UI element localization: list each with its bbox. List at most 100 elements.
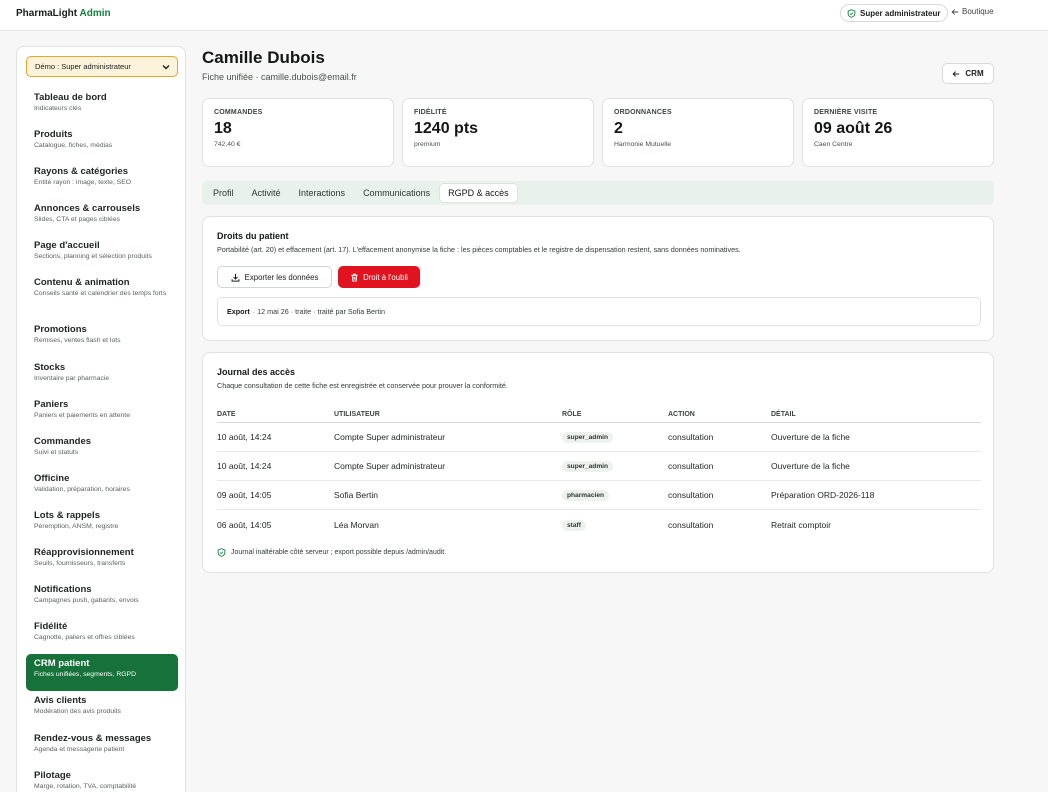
sidebar-item-subtitle: Indicateurs clés	[34, 105, 82, 112]
page-title: Camille Dubois	[202, 48, 325, 67]
sidebar-item-8[interactable]: Paniers Paniers et paiements en attente	[26, 395, 178, 432]
sidebar-item-subtitle: Agenda et messagerie patient	[34, 745, 125, 753]
sidebar-item-13[interactable]: Notifications Campagnes push, gabarits, e…	[26, 580, 178, 617]
cell-user: Compte Super administrateur	[334, 432, 446, 442]
stat-label: FIDÉLITÉ	[414, 109, 447, 116]
sidebar-item-subtitle: Remises, ventes flash et lots	[34, 337, 121, 345]
sidebar-item-subtitle: Marge, rotation, TVA, comptabilité	[34, 782, 137, 790]
right-to-be-forgotten-button[interactable]: Droit à l'oubli	[338, 266, 420, 288]
role-badge: super_admin	[562, 461, 614, 472]
brand-logo[interactable]: PharmaLight Admin	[16, 8, 111, 19]
sidebar-item-subtitle: Slides, CTA et pages ciblées	[34, 216, 121, 224]
stat-card-last-visit: DERNIÈRE VISITE 09 août 26 Caen Centre	[802, 98, 994, 167]
sidebar-item-subtitle: Cagnotte, paliers et offres ciblées	[34, 634, 135, 642]
sidebar-item-2[interactable]: Rayons & catégories Entité rayon : image,…	[26, 162, 178, 199]
cell-detail: Ouverture de la fiche	[771, 432, 850, 442]
sidebar-item-subtitle: Paniers et paiements en attente	[34, 411, 130, 419]
forget-button-label: Droit à l'oubli	[363, 272, 408, 282]
sidebar-item-title: Page d'accueil	[34, 240, 100, 252]
cell-user: Sofia Bertin	[334, 490, 378, 500]
stat-sub: 742,40 €	[214, 141, 241, 148]
tab-gdpr-access[interactable]: RGPD & accès	[440, 184, 517, 202]
chevron-down-icon	[161, 62, 171, 72]
cell-detail: Ouverture de la fiche	[771, 461, 850, 471]
patient-tabs: Profil Activité Interactions Communicati…	[202, 181, 994, 205]
sidebar-item-11[interactable]: Lots & rappels Péremption, ANSM, registre	[26, 506, 178, 543]
sidebar-item-15[interactable]: CRM patient Fiches unifiées, segments, RG…	[26, 654, 178, 692]
sidebar-nav: Tableau de bord Indicateurs clés Produits C…	[26, 88, 178, 792]
brand-name: PharmaLight	[16, 8, 78, 19]
sidebar-item-subtitle: Seuils, fournisseurs, transferts	[34, 560, 126, 568]
sidebar-item-subtitle: Suivi et statuts	[34, 448, 79, 456]
sidebar-item-1[interactable]: Produits Catalogue, fiches, médias	[26, 125, 178, 162]
sidebar-item-16[interactable]: Avis clients Modération des avis produits	[26, 691, 178, 728]
sidebar-item-subtitle: Fiches unifiées, segments, RGPD	[34, 671, 136, 679]
column-header-role: RÔLE	[562, 411, 582, 418]
sidebar-item-6[interactable]: Promotions Remises, ventes flash et lots	[26, 320, 178, 357]
sidebar-item-title: Réapprovisionnement	[34, 547, 134, 559]
table-row: 10 août, 14:24 Compte Super administrate…	[217, 452, 981, 481]
sidebar-item-title: Tableau de bord	[34, 92, 107, 103]
sidebar-item-subtitle: Sections, planning et sélection produits	[34, 253, 152, 261]
arrow-left-icon	[952, 70, 960, 78]
sidebar-item-10[interactable]: Officine Validation, préparation, horaire…	[26, 469, 178, 506]
sidebar-item-3[interactable]: Annonces & carrousels Slides, CTA et page…	[26, 199, 178, 236]
sidebar-item-title: CRM patient	[34, 658, 90, 670]
sidebar-item-subtitle: Inventaire par pharmacie	[34, 374, 110, 382]
table-row: 06 août, 14:05 Léa Morvan staff consulta…	[217, 510, 981, 539]
sidebar-item-title: Annonces & carrousels	[34, 203, 141, 215]
tab-profile[interactable]: Profil	[205, 184, 242, 202]
cell-action: consultation	[668, 432, 714, 442]
trash-icon	[350, 273, 359, 282]
sidebar-item-0[interactable]: Tableau de bord Indicateurs clés	[26, 88, 178, 125]
rights-description: Portabilité (art. 20) et effacement (art…	[217, 245, 741, 254]
table-row: 10 août, 14:24 Compte Super administrate…	[217, 423, 981, 452]
sidebar-item-subtitle: Conseils santé et calendrier des temps f…	[34, 290, 167, 298]
role-badge: super_admin	[562, 432, 614, 443]
back-to-crm-button[interactable]: CRM	[942, 63, 994, 84]
stats-row: COMMANDES 18 742,40 € FIDÉLITÉ 1240 pts …	[202, 98, 994, 167]
shield-check-icon	[217, 548, 226, 557]
sidebar-item-18[interactable]: Pilotage Marge, rotation, TVA, comptabili…	[26, 766, 178, 792]
sidebar-item-5[interactable]: Contenu & animation Conseils santé et cal…	[26, 273, 178, 320]
sidebar-item-title: Officine	[34, 472, 70, 484]
stat-label: COMMANDES	[214, 109, 263, 116]
cell-role: super_admin	[562, 460, 668, 472]
sidebar-item-subtitle: Entité rayon : image, texte, SEO	[34, 179, 132, 187]
page-subtitle: Fiche unifiée · camille.dubois@email.fr	[202, 72, 357, 82]
sidebar-item-17[interactable]: Rendez-vous & messages Agenda et messager…	[26, 729, 178, 766]
cell-role: staff	[562, 519, 668, 531]
shop-link[interactable]: Boutique	[951, 7, 994, 16]
cell-date: 10 août, 14:24	[217, 432, 272, 442]
stat-sub: Harmonie Mutuelle	[614, 141, 672, 148]
demo-role-select[interactable]: Démo : Super administrateur	[26, 56, 178, 77]
sidebar-item-subtitle: Campagnes push, gabarits, envois	[34, 597, 139, 605]
sidebar-item-7[interactable]: Stocks Inventaire par pharmacie	[26, 358, 178, 395]
stat-card-loyalty: FIDÉLITÉ 1240 pts premium	[402, 98, 594, 167]
sidebar-item-title: Paniers	[34, 398, 69, 410]
sidebar-item-9[interactable]: Commandes Suivi et statuts	[26, 432, 178, 469]
access-journal-card: Journal des accès Chaque consultation de…	[202, 352, 994, 573]
sidebar-item-subtitle: Validation, préparation, horaires	[34, 485, 130, 493]
sidebar-item-title: Commandes	[34, 435, 92, 447]
sidebar-item-title: Pilotage	[34, 769, 71, 781]
role-label: Super administrateur	[860, 8, 941, 18]
column-header-user: UTILISATEUR	[334, 411, 380, 418]
role-badge[interactable]: Super administrateur	[840, 4, 949, 22]
export-data-button[interactable]: Exporter les données	[217, 266, 332, 288]
tab-communications[interactable]: Communications	[355, 184, 438, 202]
download-icon	[231, 273, 240, 282]
column-header-detail: DÉTAIL	[771, 411, 796, 418]
tab-interactions[interactable]: Interactions	[291, 184, 354, 202]
sidebar-item-4[interactable]: Page d'accueil Sections, planning et séle…	[26, 236, 178, 273]
sidebar-item-12[interactable]: Réapprovisionnement Seuils, fournisseurs,…	[26, 543, 178, 580]
sidebar-item-title: Avis clients	[34, 695, 87, 707]
sidebar-item-title: Promotions	[34, 324, 87, 336]
tab-activity[interactable]: Activité	[244, 184, 289, 202]
cell-date: 09 août, 14:05	[217, 490, 272, 500]
sidebar-item-title: Rayons & catégories	[34, 166, 128, 178]
table-row: 09 août, 14:05 Sofia Bertin pharmacien c…	[217, 481, 981, 510]
sidebar-item-14[interactable]: Fidélité Cagnotte, paliers et offres cibl…	[26, 617, 178, 654]
cell-role: pharmacien	[562, 489, 668, 501]
top-bar: PharmaLight Admin Super administrateur B…	[0, 0, 1048, 31]
